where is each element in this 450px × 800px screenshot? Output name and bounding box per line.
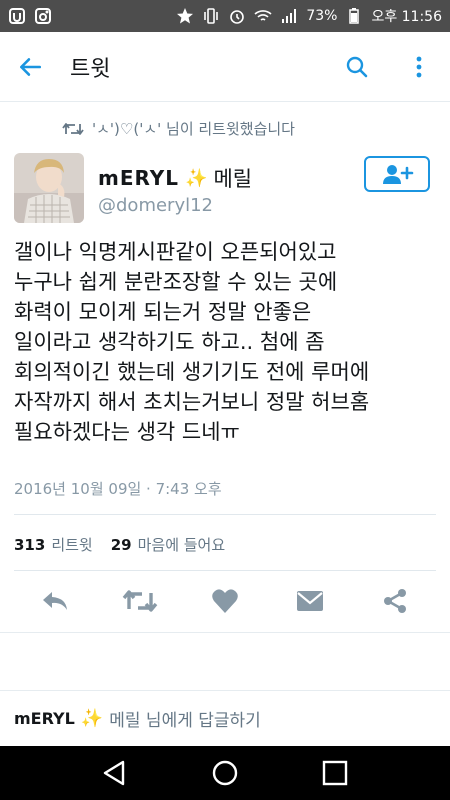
tweet-text-line: 일이라고 생각하기도 하고.. 첨에 좀 bbox=[14, 330, 325, 354]
nav-back-button[interactable] bbox=[91, 749, 139, 797]
share-button[interactable] bbox=[370, 576, 420, 626]
retweet-button[interactable] bbox=[115, 576, 165, 626]
triangle-back-icon bbox=[103, 760, 125, 786]
tweet-text-line: 누구나 쉽게 분란조장할 수 있는 곳에 bbox=[14, 270, 338, 294]
retweet-count[interactable]: 313 bbox=[14, 536, 45, 554]
like-button[interactable] bbox=[200, 576, 250, 626]
signal-icon bbox=[282, 9, 297, 23]
star-icon bbox=[177, 8, 194, 24]
tweet-stats: 313 리트윗 29 마음에 들어요 bbox=[14, 534, 237, 555]
retweet-icon bbox=[122, 590, 158, 612]
follow-button[interactable] bbox=[364, 156, 430, 192]
page-title: 트윗 bbox=[70, 56, 111, 82]
direct-message-button[interactable] bbox=[285, 576, 335, 626]
battery-percent: 73% bbox=[306, 8, 338, 24]
author-name: 메릴 bbox=[213, 167, 253, 191]
clock: 오후 11:56 bbox=[371, 9, 442, 25]
tweet-actions bbox=[0, 572, 450, 630]
envelope-icon bbox=[297, 591, 324, 611]
tweet-text-line: 갤이나 익명게시판같이 오픈되어있고 bbox=[14, 240, 337, 264]
tweet-text: 갤이나 익명게시판같이 오픈되어있고 누구나 쉽게 분란조장할 수 있는 곳에 … bbox=[14, 237, 438, 447]
tweet-text-line: 화력이 모이게 되는거 정말 안좋은 bbox=[14, 300, 312, 324]
divider bbox=[14, 570, 436, 571]
reply-icon bbox=[42, 592, 67, 610]
search-icon bbox=[346, 56, 368, 77]
app-bar: 트윗 bbox=[0, 32, 450, 102]
like-count[interactable]: 29 bbox=[111, 536, 132, 554]
retweet-small-icon bbox=[62, 122, 84, 135]
tweet-text-line: 필요하겠다는 생각 드네ㅠ bbox=[14, 420, 240, 444]
add-user-icon bbox=[383, 165, 414, 184]
reply-prompt[interactable]: 메릴 님에게 답글하기 bbox=[109, 706, 261, 731]
arrow-left-icon bbox=[20, 57, 42, 76]
reply-button[interactable] bbox=[30, 576, 80, 626]
like-count-label[interactable]: 마음에 들어요 bbox=[138, 534, 226, 555]
more-options-button[interactable] bbox=[388, 32, 450, 102]
nav-home-button[interactable] bbox=[201, 749, 249, 797]
status-bar: 73% 오후 11:56 bbox=[0, 0, 450, 32]
tweet-author: mERYL ✨ 메릴 @domeryl12 bbox=[14, 153, 436, 223]
sparkles-icon: ✨ bbox=[185, 167, 208, 189]
avatar[interactable] bbox=[14, 153, 84, 223]
heart-icon bbox=[212, 589, 238, 613]
tweet-text-line: 자작까지 해서 초치는거보니 정말 허브홈 bbox=[14, 390, 370, 414]
search-button[interactable] bbox=[326, 32, 388, 102]
share-icon bbox=[384, 589, 407, 613]
circle-home-icon bbox=[212, 760, 238, 786]
vibrate-icon bbox=[204, 8, 219, 24]
battery-icon bbox=[349, 8, 360, 24]
notification-icon bbox=[9, 8, 25, 24]
avatar-image bbox=[14, 153, 84, 223]
app-notification-icon bbox=[35, 8, 51, 24]
status-right-icons: 73% 오후 11:56 bbox=[176, 6, 442, 26]
sparkles-icon: ✨ bbox=[80, 708, 104, 729]
alarm-icon bbox=[230, 10, 245, 24]
content-gap bbox=[0, 632, 450, 690]
author-handle[interactable]: @domeryl12 bbox=[98, 195, 213, 216]
author-logo: mERYL bbox=[98, 166, 180, 190]
wifi-icon bbox=[254, 10, 272, 21]
divider bbox=[14, 514, 436, 515]
retweet-count-label[interactable]: 리트윗 bbox=[51, 534, 92, 555]
nav-recents-button[interactable] bbox=[311, 749, 359, 797]
reply-author-logo: mERYL bbox=[14, 709, 75, 728]
status-left-icons bbox=[8, 7, 52, 25]
system-nav-bar bbox=[0, 746, 450, 800]
author-name-row[interactable]: mERYL ✨ 메릴 bbox=[98, 163, 252, 193]
tweet-text-line: 회의적이긴 했는데 생기기도 전에 루머에 bbox=[14, 360, 370, 384]
tweet-timestamp: 2016년 10월 09일 · 7:43 오후 bbox=[14, 480, 222, 498]
back-button[interactable] bbox=[0, 32, 60, 102]
retweet-context[interactable]: 'ㅅ')♡('ㅅ' 님이 리트윗했습니다 bbox=[62, 118, 295, 139]
square-recents-icon bbox=[322, 760, 348, 786]
reply-composer[interactable]: mERYL ✨ 메릴 님에게 답글하기 bbox=[0, 690, 450, 746]
retweet-context-text: 'ㅅ')♡('ㅅ' 님이 리트윗했습니다 bbox=[92, 120, 295, 138]
app-actions bbox=[326, 32, 450, 102]
more-vertical-icon bbox=[416, 56, 422, 77]
